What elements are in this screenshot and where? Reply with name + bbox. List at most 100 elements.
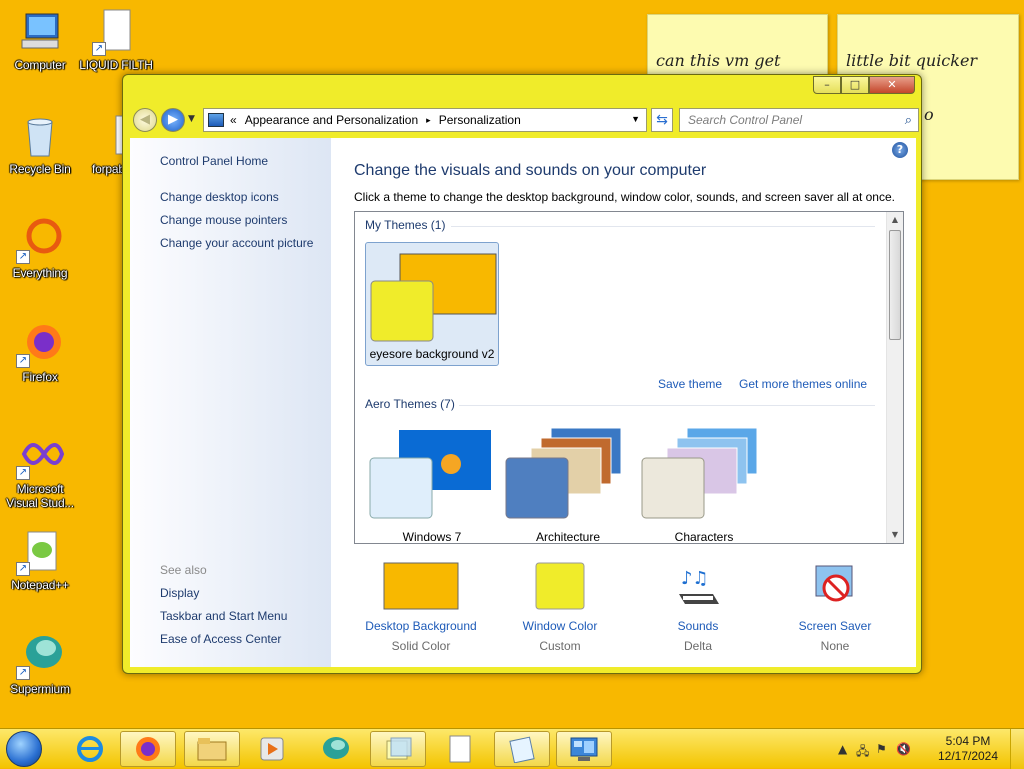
taskbar-sticky-notes[interactable] bbox=[370, 731, 426, 767]
desktop-icon-notepad-plus-plus[interactable]: ↗ Notepad++ bbox=[0, 528, 80, 592]
system-clock[interactable]: 5:04 PM 12/17/2024 bbox=[928, 734, 1008, 764]
help-icon[interactable]: ? bbox=[892, 142, 908, 158]
window-color-item[interactable]: Window Color Custom bbox=[495, 562, 625, 653]
desktop-icon-computer[interactable]: Computer bbox=[0, 8, 80, 72]
theme-windows-7[interactable]: Windows 7 bbox=[365, 424, 499, 544]
change-desktop-icons-link[interactable]: Change desktop icons bbox=[160, 190, 279, 204]
breadcrumb-appearance[interactable]: Appearance and Personalization bbox=[245, 113, 418, 127]
action-center-flag-icon[interactable]: ⚑ bbox=[876, 742, 887, 756]
taskbar-notepad-2[interactable] bbox=[494, 731, 550, 767]
desktop-icon-firefox[interactable]: ↗ Firefox bbox=[0, 320, 80, 384]
minimize-button[interactable]: – bbox=[813, 76, 841, 94]
sounds-label[interactable]: Sounds bbox=[633, 619, 763, 633]
address-bar[interactable]: « Appearance and Personalization ▸ Perso… bbox=[203, 108, 647, 132]
network-icon[interactable]: 🖧 bbox=[856, 742, 869, 763]
show-hidden-icons-icon[interactable]: ▲ bbox=[838, 742, 847, 756]
breadcrumb-personalization[interactable]: Personalization bbox=[439, 113, 521, 127]
desktop-icon-label: Notepad++ bbox=[11, 578, 69, 592]
desktop-icon-label: Firefox bbox=[22, 370, 58, 384]
taskbar-firefox[interactable] bbox=[120, 731, 176, 767]
themes-scrollbar[interactable]: ▲ ▼ bbox=[886, 212, 903, 543]
themes-list[interactable]: My Themes (1) eyesore background v2 Save… bbox=[354, 211, 904, 544]
media-player-icon bbox=[260, 737, 284, 761]
scroll-up-icon[interactable]: ▲ bbox=[887, 212, 903, 228]
taskbar-notepad[interactable] bbox=[432, 731, 488, 767]
start-orb-icon[interactable] bbox=[6, 731, 42, 767]
recent-pages-dropdown[interactable]: ▼ bbox=[188, 114, 195, 124]
desktop-icon-recycle-bin[interactable]: Recycle Bin bbox=[0, 112, 80, 176]
shortcut-arrow-icon: ↗ bbox=[16, 562, 30, 576]
group-divider bbox=[459, 405, 875, 406]
control-panel-icon bbox=[570, 737, 598, 761]
recycle-bin-icon bbox=[16, 112, 64, 160]
desktop-icon-visual-studio[interactable]: ↗ Microsoft Visual Stud... bbox=[0, 432, 80, 510]
taskbar-media-player[interactable] bbox=[244, 731, 300, 767]
theme-name: Windows 7 bbox=[402, 530, 462, 544]
breadcrumb-separator-icon[interactable]: ▸ bbox=[426, 115, 431, 126]
supermium-icon: ↗ bbox=[16, 632, 64, 680]
everything-icon: ↗ bbox=[16, 216, 64, 264]
notepad-plus-plus-icon: ↗ bbox=[16, 528, 64, 576]
sounds-value: Delta bbox=[683, 639, 712, 653]
screen-saver-item[interactable]: Screen Saver None bbox=[770, 562, 900, 653]
file-explorer-icon bbox=[197, 738, 227, 761]
show-desktop-button[interactable] bbox=[1010, 729, 1024, 769]
taskbar: ▲ 🖧 ⚑ 🔇 5:04 PM 12/17/2024 bbox=[0, 728, 1024, 769]
forward-button[interactable]: ▶ bbox=[161, 108, 185, 132]
sticky-note-text: little bit quicker bbox=[846, 51, 978, 70]
ease-of-access-link[interactable]: Ease of Access Center bbox=[160, 632, 281, 646]
window-color-label[interactable]: Window Color bbox=[495, 619, 625, 633]
chevron-down-icon: ▼ bbox=[631, 114, 640, 124]
desktop-background-item[interactable]: Desktop Background Solid Color bbox=[356, 562, 486, 653]
theme-eyesore-background-v2[interactable]: eyesore background v2 bbox=[365, 242, 499, 366]
shortcut-arrow-icon: ↗ bbox=[16, 354, 30, 368]
search-icon[interactable]: ⌕ bbox=[905, 112, 912, 128]
content-area: Control Panel Home Change desktop icons … bbox=[130, 138, 916, 667]
firefox-icon bbox=[136, 737, 160, 761]
page-title: Change the visuals and sounds on your co… bbox=[354, 162, 707, 179]
breadcrumb-overflow[interactable]: « bbox=[230, 113, 237, 127]
refresh-button[interactable]: ⇆ bbox=[651, 108, 673, 132]
scroll-down-icon[interactable]: ▼ bbox=[887, 527, 903, 543]
desktop-icon-label: Recycle Bin bbox=[9, 162, 71, 176]
notepad-icon bbox=[449, 735, 471, 763]
search-input[interactable]: Search Control Panel ⌕ bbox=[679, 108, 919, 132]
window-color-value: Custom bbox=[539, 639, 581, 653]
taskbar-internet-explorer[interactable] bbox=[62, 731, 118, 767]
desktop-icon-label: LIQUID FILTH bbox=[79, 58, 153, 72]
taskbar-start-menu-link[interactable]: Taskbar and Start Menu bbox=[160, 609, 287, 623]
volume-muted-icon[interactable]: 🔇 bbox=[896, 742, 911, 756]
scroll-thumb[interactable] bbox=[889, 230, 901, 340]
get-more-themes-link[interactable]: Get more themes online bbox=[739, 377, 867, 391]
control-panel-home-link[interactable]: Control Panel Home bbox=[160, 154, 268, 168]
address-dropdown[interactable]: ▼ bbox=[631, 114, 640, 124]
taskbar-supermium[interactable] bbox=[308, 731, 364, 767]
desktop-icon-everything[interactable]: ↗ Everything bbox=[0, 216, 80, 280]
personalization-window[interactable]: – □ ✕ ◀ ▶ ▼ « Appearance and Personaliza… bbox=[122, 74, 922, 674]
window-color-icon bbox=[535, 562, 585, 610]
screen-saver-label[interactable]: Screen Saver bbox=[770, 619, 900, 633]
computer-icon bbox=[16, 8, 64, 56]
windows-7-preview-icon bbox=[369, 430, 491, 519]
desktop-background-label[interactable]: Desktop Background bbox=[356, 619, 486, 633]
document-icon: ↗ bbox=[92, 8, 140, 56]
shortcut-arrow-icon: ↗ bbox=[16, 666, 30, 680]
save-theme-link[interactable]: Save theme bbox=[658, 377, 722, 391]
desktop-icon-liquid-filth[interactable]: ↗ LIQUID FILTH bbox=[76, 8, 156, 72]
sounds-item[interactable]: ♪♫ Sounds Delta bbox=[633, 562, 763, 653]
supermium-icon bbox=[323, 737, 349, 759]
theme-architecture[interactable]: Architecture bbox=[501, 424, 635, 543]
back-button[interactable]: ◀ bbox=[133, 108, 157, 132]
theme-preview-icon bbox=[370, 253, 497, 342]
change-account-picture-link[interactable]: Change your account picture bbox=[160, 236, 313, 250]
taskbar-control-panel[interactable] bbox=[556, 731, 612, 767]
desktop-icon-supermium[interactable]: ↗ Supermium bbox=[0, 632, 80, 696]
taskbar-file-explorer[interactable] bbox=[184, 731, 240, 767]
notification-area: ▲ 🖧 ⚑ 🔇 5:04 PM 12/17/2024 bbox=[834, 729, 1024, 769]
close-button[interactable]: ✕ bbox=[869, 76, 915, 94]
theme-characters[interactable]: Characters bbox=[637, 424, 771, 543]
change-mouse-pointers-link[interactable]: Change mouse pointers bbox=[160, 213, 287, 227]
display-link[interactable]: Display bbox=[160, 586, 199, 600]
sounds-icon: ♪♫ bbox=[679, 568, 719, 604]
maximize-button[interactable]: □ bbox=[841, 76, 869, 94]
